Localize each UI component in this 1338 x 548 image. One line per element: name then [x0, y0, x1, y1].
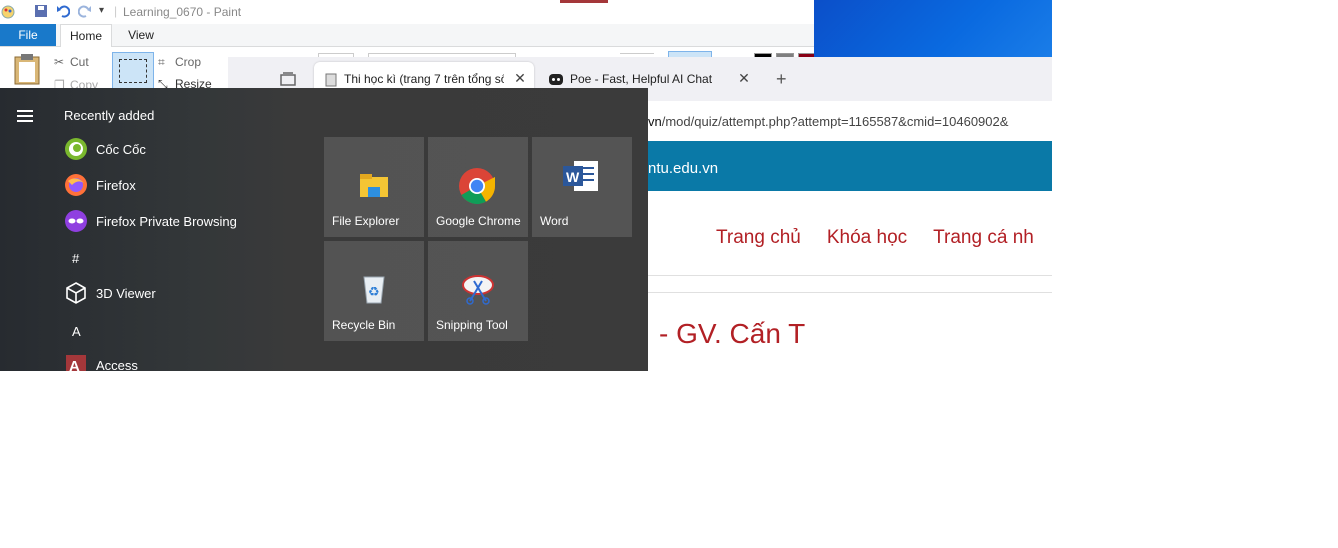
url-text[interactable]: vn/mod/quiz/attempt.php?attempt=1165587&… — [648, 114, 1008, 129]
app-coccoc[interactable]: Cốc Cốc — [62, 135, 312, 165]
save-icon[interactable] — [34, 4, 48, 18]
letter-heading-hash[interactable]: # — [72, 251, 79, 266]
paste-icon[interactable] — [12, 53, 42, 85]
page-icon — [325, 73, 337, 87]
tile-google-chrome[interactable]: Google Chrome — [428, 137, 528, 237]
access-icon: A — [66, 355, 86, 371]
crop-icon[interactable]: ⌗ — [158, 55, 165, 70]
crop-button[interactable]: Crop — [175, 55, 201, 69]
app-label: Cốc Cốc — [96, 142, 146, 157]
paint-window-title: Learning_0670 - Paint — [123, 5, 242, 19]
chrome-icon — [459, 168, 495, 204]
tile-recycle-bin[interactable]: ♻ Recycle Bin — [324, 241, 424, 341]
tab-file[interactable]: File — [0, 24, 56, 46]
app-label: Access — [96, 358, 138, 371]
new-tab-icon[interactable]: + — [776, 69, 787, 90]
url-path-part: /mod/quiz/attempt.php?attempt=1165587&cm… — [661, 114, 1009, 129]
coccoc-icon — [65, 138, 87, 160]
app-label: 3D Viewer — [96, 286, 156, 301]
tile-snipping-tool[interactable]: Snipping Tool — [428, 241, 528, 341]
firefox-private-icon — [65, 210, 87, 232]
svg-text:A: A — [69, 358, 80, 371]
svg-text:W: W — [566, 169, 580, 185]
tile-label: Word — [540, 214, 569, 228]
app-label: Firefox — [96, 178, 136, 193]
app-firefox-private[interactable]: Firefox Private Browsing — [62, 207, 312, 237]
letter-heading-a[interactable]: A — [72, 324, 81, 339]
tab-poe-label: Poe - Fast, Helpful AI Chat — [570, 72, 713, 86]
paint-app-icon — [1, 5, 15, 19]
app-access[interactable]: A Access — [62, 351, 312, 371]
tile-label: Recycle Bin — [332, 318, 396, 332]
firefox-icon — [65, 174, 87, 196]
file-explorer-icon — [360, 174, 388, 197]
paint-close-button-edge[interactable] — [560, 0, 608, 3]
tile-label: Snipping Tool — [436, 318, 508, 332]
tab-overview-icon[interactable] — [280, 71, 296, 87]
3d-viewer-icon — [66, 282, 86, 304]
quick-access-dropdown-icon[interactable]: ▾ — [99, 5, 104, 16]
tile-label: File Explorer — [332, 214, 400, 228]
tab-home[interactable]: Home — [60, 24, 112, 48]
desktop-wallpaper — [814, 0, 1052, 57]
app-firefox[interactable]: Firefox — [62, 171, 312, 201]
recently-added-heading: Recently added — [64, 108, 155, 123]
cut-button[interactable]: Cut — [70, 55, 89, 69]
svg-text:♻: ♻ — [368, 285, 380, 300]
cut-icon[interactable]: ✂ — [54, 55, 64, 69]
tab-quiz-label: Thi học kì (trang 7 trên tổng số — [344, 72, 504, 86]
url-domain-part: vn — [648, 114, 662, 129]
site-divider — [648, 292, 1052, 293]
page-title: - GV. Cấn T — [659, 318, 806, 349]
tile-label: Google Chrome — [436, 214, 521, 228]
close-tab-icon[interactable]: ✕ — [736, 70, 752, 86]
paint-titlebar: ▾ | Learning_0670 - Paint — [0, 0, 814, 24]
site-domain[interactable]: ntu.edu.vn — [648, 160, 718, 177]
tile-file-explorer[interactable]: File Explorer — [324, 137, 424, 237]
tab-view[interactable]: View — [116, 24, 166, 46]
app-3d-viewer[interactable]: 3D Viewer — [62, 279, 312, 309]
hamburger-menu-icon[interactable] — [17, 110, 33, 125]
close-tab-icon[interactable]: ✕ — [512, 70, 528, 86]
tile-word[interactable]: W Word — [532, 137, 632, 237]
nav-khoa-hoc[interactable]: Khóa học — [827, 227, 907, 248]
nav-trang-ca-nhan[interactable]: Trang cá nh — [933, 227, 1034, 248]
title-separator: | — [114, 4, 118, 18]
nav-trang-chu[interactable]: Trang chủ — [716, 227, 801, 248]
select-icon — [119, 59, 147, 83]
site-divider — [648, 275, 1052, 276]
start-menu: Recently added Cốc Cốc Firefox Firefox P… — [0, 88, 648, 371]
app-label: Firefox Private Browsing — [96, 214, 237, 229]
word-icon: W — [563, 161, 598, 191]
snipping-tool-icon — [462, 275, 494, 305]
poe-icon — [549, 74, 563, 85]
paint-ribbon-tabs: File Home View — [0, 24, 814, 48]
undo-icon[interactable] — [56, 4, 70, 18]
site-nav: Trang chủ Khóa học Trang cá nh — [716, 227, 1060, 249]
redo-icon[interactable] — [78, 4, 92, 18]
recycle-bin-icon: ♻ — [363, 276, 385, 304]
